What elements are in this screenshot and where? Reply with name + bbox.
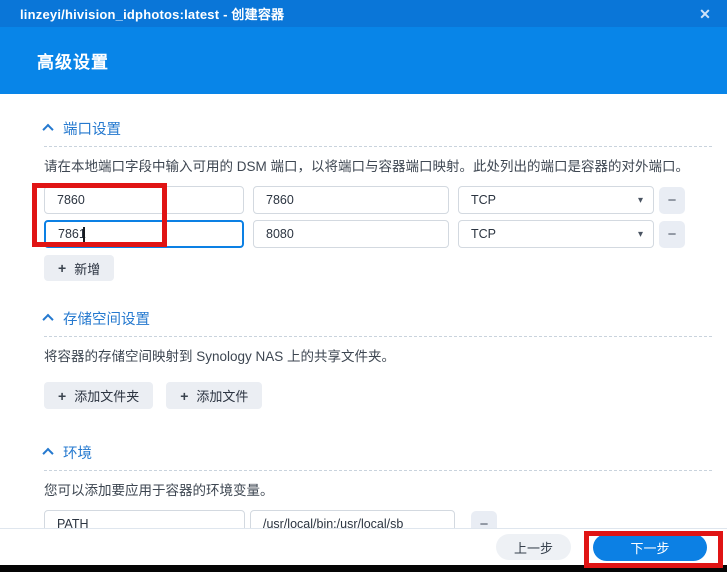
protocol-value: TCP <box>471 227 496 241</box>
port-mapping-row: TCP ▾ − <box>44 186 712 214</box>
plus-icon: + <box>58 260 67 276</box>
section-ports-header[interactable]: 端口设置 <box>42 119 712 138</box>
ports-description: 请在本地端口字段中输入可用的 DSM 端口，以将端口与容器端口映射。此处列出的端… <box>44 159 689 174</box>
add-port-button[interactable]: + 新增 <box>44 255 115 281</box>
section-storage-title: 存储空间设置 <box>63 311 150 328</box>
separator <box>44 470 712 471</box>
dialog-title: 高级设置 <box>37 53 109 72</box>
next-button[interactable]: 下一步 <box>593 533 707 561</box>
port-mapping-row: TCP ▾ − <box>44 220 712 248</box>
titlebar: linzeyi/hivision_idphotos:latest - 创建容器 … <box>0 0 727 27</box>
chevron-up-icon <box>42 313 54 326</box>
container-port-input[interactable] <box>253 220 449 248</box>
separator <box>44 336 712 337</box>
plus-icon: + <box>180 387 189 404</box>
env-value-input[interactable] <box>250 510 455 528</box>
dialog-header: 高级设置 <box>0 27 727 94</box>
section-env-title: 环境 <box>63 445 92 462</box>
protocol-select[interactable]: TCP ▾ <box>458 186 654 214</box>
add-folder-button[interactable]: + 添加文件夹 <box>44 382 154 409</box>
close-icon[interactable]: ✕ <box>696 5 714 23</box>
chevron-up-icon <box>42 447 54 460</box>
protocol-value: TCP <box>471 193 496 207</box>
remove-env-button[interactable]: − <box>471 510 497 528</box>
storage-description: 将容器的存储空间映射到 Synology NAS 上的共享文件夹。 <box>44 349 396 364</box>
section-ports-title: 端口设置 <box>63 121 121 138</box>
plus-icon: + <box>58 387 67 404</box>
container-port-input[interactable] <box>253 186 449 214</box>
env-name-input[interactable] <box>44 510 245 528</box>
local-port-input[interactable] <box>44 220 244 248</box>
back-button[interactable]: 上一步 <box>495 534 571 560</box>
add-port-label: 新增 <box>74 261 101 277</box>
add-file-label: 添加文件 <box>196 389 249 404</box>
bottom-strip <box>0 565 727 572</box>
window-title: linzeyi/hivision_idphotos:latest - 创建容器 <box>20 7 285 22</box>
remove-port-button[interactable]: − <box>659 220 685 248</box>
caret-down-icon: ▾ <box>637 228 643 240</box>
separator <box>44 146 712 147</box>
add-file-button[interactable]: + 添加文件 <box>166 382 263 409</box>
env-variable-row: − <box>44 510 712 528</box>
storage-buttons: + 添加文件夹 + 添加文件 <box>44 382 712 409</box>
dialog-footer: 上一步 下一步 <box>0 528 727 565</box>
section-env-header[interactable]: 环境 <box>42 443 712 462</box>
chevron-up-icon <box>42 123 54 136</box>
add-folder-label: 添加文件夹 <box>74 389 140 404</box>
text-cursor <box>83 227 85 242</box>
section-storage-header[interactable]: 存储空间设置 <box>42 309 712 328</box>
protocol-select[interactable]: TCP ▾ <box>458 220 654 248</box>
remove-port-button[interactable]: − <box>659 186 685 214</box>
local-port-input[interactable] <box>44 186 244 214</box>
env-description: 您可以添加要应用于容器的环境变量。 <box>44 483 274 498</box>
caret-down-icon: ▾ <box>637 194 643 206</box>
dialog-body: 端口设置 请在本地端口字段中输入可用的 DSM 端口，以将端口与容器端口映射。此… <box>0 94 727 528</box>
